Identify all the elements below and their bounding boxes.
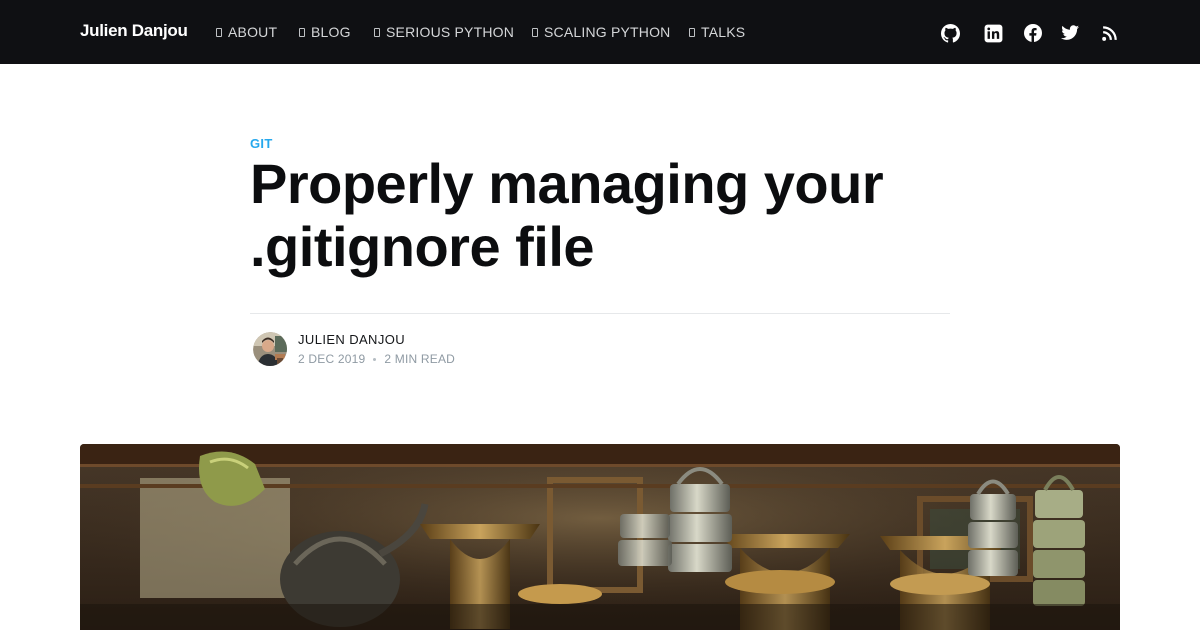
linkedin-icon[interactable] — [983, 23, 1003, 43]
site-brand[interactable]: Julien Danjou — [80, 21, 188, 41]
blog-icon — [299, 27, 305, 37]
github-icon[interactable] — [940, 23, 960, 43]
nav-item-label: ABOUT — [228, 24, 278, 40]
nav-item-label: BLOG — [311, 24, 351, 40]
nav-item-talks[interactable]: TALKS — [689, 24, 745, 40]
book-icon — [532, 27, 538, 37]
nav-item-label: SERIOUS PYTHON — [386, 24, 515, 40]
twitter-icon[interactable] — [1060, 23, 1080, 43]
nav-item-label: TALKS — [701, 24, 746, 40]
nav-item-blog[interactable]: BLOG — [299, 24, 351, 40]
read-time: 2 MIN READ — [384, 352, 456, 366]
meta-separator — [373, 357, 377, 361]
nav-item-serious-python[interactable]: SERIOUS PYTHON — [374, 24, 514, 40]
post-tag[interactable]: GIT — [250, 136, 273, 151]
about-icon — [216, 27, 222, 37]
nav-item-scaling-python[interactable]: SCALING PYTHON — [532, 24, 671, 40]
header-divider — [250, 313, 950, 314]
book-icon — [374, 27, 380, 37]
author-name[interactable]: JULIEN DANJOU — [298, 332, 405, 347]
feature-image — [80, 444, 1120, 630]
post-title: Properly managing your .gitignore file — [250, 152, 884, 278]
post-date: 2 DEC 2019 — [298, 352, 366, 366]
nav-item-label: SCALING PYTHON — [544, 24, 671, 40]
nav-item-about[interactable]: ABOUT — [216, 24, 277, 40]
talks-icon — [689, 27, 695, 37]
avatar[interactable] — [252, 331, 288, 367]
post-meta: 2 DEC 2019 2 MIN READ — [298, 352, 455, 366]
rss-icon[interactable] — [1099, 23, 1119, 43]
site-header: Julien Danjou ABOUT BLOG SERIOUS PYTHON … — [0, 0, 1200, 64]
facebook-icon[interactable] — [1023, 23, 1043, 43]
